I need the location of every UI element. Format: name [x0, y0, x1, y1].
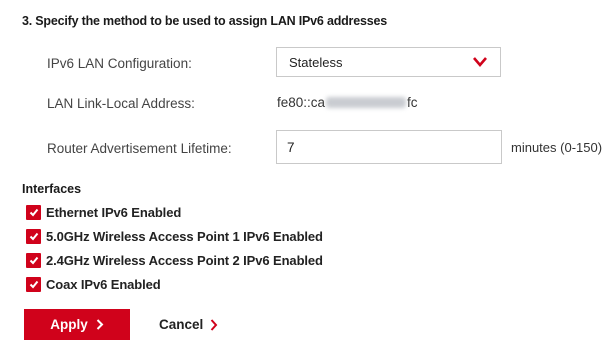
redacted-blur: [326, 97, 407, 108]
checkbox-label: Coax IPv6 Enabled: [46, 276, 161, 292]
checkmark-icon: [29, 232, 38, 240]
interface-coax: Coax IPv6 Enabled: [26, 276, 161, 292]
link-local-prefix: fe80::ca: [277, 95, 326, 110]
interface-wifi-24ghz: 2.4GHz Wireless Access Point 2 IPv6 Enab…: [26, 252, 323, 268]
checkmark-icon: [29, 208, 38, 216]
ipv6-config-select[interactable]: Stateless: [276, 47, 501, 77]
checkmark-icon: [29, 256, 38, 264]
checkmark-icon: [29, 280, 38, 288]
interface-wifi-5ghz: 5.0GHz Wireless Access Point 1 IPv6 Enab…: [26, 228, 323, 244]
checkbox-label: 5.0GHz Wireless Access Point 1 IPv6 Enab…: [46, 228, 323, 244]
ipv6-config-label: IPv6 LAN Configuration:: [47, 56, 192, 71]
interface-ethernet: Ethernet IPv6 Enabled: [26, 204, 181, 220]
cancel-label: Cancel: [159, 317, 204, 332]
link-local-suffix: fc: [407, 95, 418, 110]
ra-lifetime-label: Router Advertisement Lifetime:: [47, 141, 232, 156]
checkbox-label: 2.4GHz Wireless Access Point 2 IPv6 Enab…: [46, 252, 323, 268]
checkbox-wifi-5ghz[interactable]: [26, 228, 41, 244]
apply-button[interactable]: Apply: [24, 309, 130, 340]
checkbox-wifi-24ghz[interactable]: [26, 252, 41, 268]
cancel-link[interactable]: Cancel: [159, 317, 218, 332]
checkbox-ethernet[interactable]: [26, 204, 41, 220]
ra-lifetime-unit: minutes (0-150): [511, 140, 603, 155]
apply-label: Apply: [50, 317, 88, 332]
chevron-down-icon: [473, 57, 487, 67]
section-title: 3. Specify the method to be used to assi…: [22, 14, 387, 28]
chevron-right-icon: [96, 319, 104, 330]
chevron-right-icon: [211, 318, 218, 331]
checkbox-coax[interactable]: [26, 276, 41, 292]
interfaces-title: Interfaces: [22, 182, 82, 196]
checkbox-label: Ethernet IPv6 Enabled: [46, 204, 182, 220]
link-local-address: fe80::ca fc: [277, 95, 418, 110]
ra-lifetime-input[interactable]: [276, 130, 502, 164]
ipv6-config-value: Stateless: [289, 55, 343, 70]
link-local-label: LAN Link-Local Address:: [47, 96, 195, 111]
